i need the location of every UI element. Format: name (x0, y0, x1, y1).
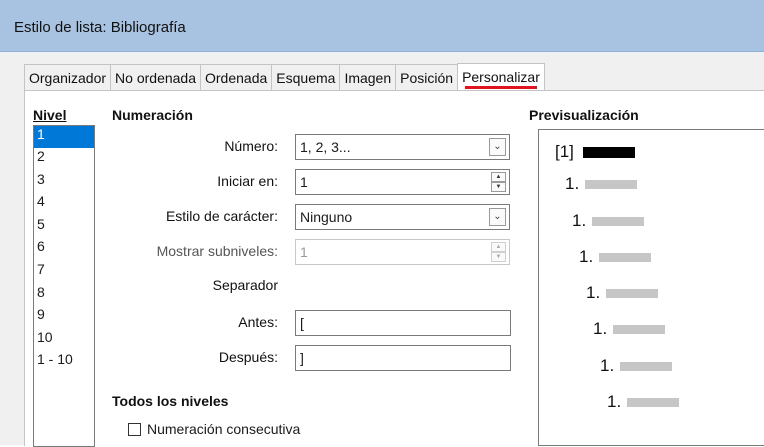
spin-buttons-disabled: ▲ ▼ (491, 242, 506, 262)
consecutive-numbering-checkbox[interactable] (128, 422, 141, 436)
numbering-heading: Numeración (112, 107, 193, 123)
number-select-value: 1, 2, 3... (300, 139, 351, 155)
preview-text-bar (627, 397, 680, 407)
preview-number: 1. (579, 247, 594, 266)
level-item-1[interactable]: 1 (34, 126, 94, 148)
preview-line-4: 1. (579, 247, 652, 267)
char-style-label: Estilo de carácter: (165, 208, 278, 224)
preview-text-bar (592, 216, 645, 226)
tab-esquema[interactable]: Esquema (271, 64, 341, 90)
level-item-7[interactable]: 7 (34, 261, 94, 284)
preview-number: 1. (565, 174, 580, 193)
preview-heading: Previsualización (529, 107, 639, 123)
tab-personalizar[interactable]: Personalizar (457, 63, 545, 91)
char-style-value: Ninguno (300, 209, 353, 225)
start-label: Iniciar en: (217, 173, 278, 189)
spin-down-icon[interactable]: ▼ (491, 182, 506, 192)
all-levels-heading: Todos los niveles (112, 393, 229, 409)
after-input[interactable]: ] (295, 345, 511, 371)
title-bar: Estilo de lista: Bibliografía (0, 0, 764, 52)
preview-number: 1. (607, 392, 622, 411)
preview-line-7: 1. (600, 356, 673, 376)
consecutive-numbering-row[interactable]: Numeración consecutiva (128, 421, 300, 437)
tab-bar: Organizador No ordenada Ordenada Esquema… (24, 63, 545, 91)
level-item-all[interactable]: 1 - 10 (34, 351, 94, 374)
preview-text-bar (599, 252, 652, 262)
level-item-10[interactable]: 10 (34, 329, 94, 352)
consecutive-numbering-label[interactable]: Numeración consecutiva (147, 421, 300, 437)
tab-posicion[interactable]: Posición (395, 64, 459, 90)
window-title: Estilo de lista: Bibliografía (14, 19, 186, 36)
level-item-5[interactable]: 5 (34, 216, 94, 239)
preview-number: 1. (572, 211, 587, 230)
sublevels-label: Mostrar subniveles: (156, 243, 278, 259)
number-label: Número: (224, 138, 278, 154)
level-item-6[interactable]: 6 (34, 238, 94, 261)
tab-ordenada[interactable]: Ordenada (200, 64, 273, 90)
preview-line-3: 1. (572, 211, 645, 231)
preview-text-bar (585, 179, 638, 189)
chevron-down-icon[interactable]: ⌄ (489, 208, 506, 226)
start-spinner[interactable]: 1 ▲ ▼ (295, 169, 510, 195)
number-select[interactable]: 1, 2, 3... ⌄ (295, 134, 510, 160)
start-spinner-value: 1 (300, 174, 308, 190)
chevron-down-icon[interactable]: ⌄ (489, 138, 506, 156)
level-list[interactable]: 1 2 3 4 5 6 7 8 9 10 1 - 10 (33, 125, 95, 447)
sublevels-spinner: 1 ▲ ▼ (295, 239, 510, 265)
preview-number: 1. (600, 356, 615, 375)
preview-number: 1. (586, 283, 601, 302)
separator-label: Separador (212, 277, 278, 293)
preview-box: [1] 1. 1. 1. 1. 1. 1. 1. (538, 129, 764, 446)
dialog-body: Organizador No ordenada Ordenada Esquema… (0, 52, 764, 447)
spin-buttons[interactable]: ▲ ▼ (491, 172, 506, 192)
level-item-8[interactable]: 8 (34, 284, 94, 307)
sublevels-value: 1 (300, 244, 308, 260)
level-item-3[interactable]: 3 (34, 171, 94, 194)
level-item-2[interactable]: 2 (34, 148, 94, 171)
spin-down-icon: ▼ (491, 252, 506, 262)
preview-text-bar (606, 288, 659, 298)
level-item-9[interactable]: 9 (34, 306, 94, 329)
before-label: Antes: (238, 314, 278, 330)
preview-number: 1. (593, 319, 608, 338)
spin-up-icon[interactable]: ▲ (491, 172, 506, 182)
preview-line-5: 1. (586, 283, 659, 303)
char-style-select[interactable]: Ninguno ⌄ (295, 204, 510, 230)
spin-up-icon: ▲ (491, 242, 506, 252)
tab-no-ordenada[interactable]: No ordenada (110, 64, 201, 90)
preview-line-1: [1] (555, 142, 635, 162)
preview-text-bar (620, 361, 673, 371)
preview-line-2: 1. (565, 174, 638, 194)
level-heading: Nivel (33, 107, 67, 123)
preview-number: [1] (555, 142, 574, 161)
preview-text-bar (613, 324, 666, 334)
preview-line-6: 1. (593, 319, 666, 339)
before-input[interactable]: [ (295, 310, 511, 336)
after-label: Después: (218, 349, 278, 365)
preview-text-bar (582, 146, 635, 158)
tab-organizador[interactable]: Organizador (24, 64, 112, 90)
personalizar-panel: Nivel 1 2 3 4 5 6 7 8 9 10 1 - 10 Numera… (24, 90, 764, 447)
tab-imagen[interactable]: Imagen (339, 64, 397, 90)
preview-line-8: 1. (607, 392, 680, 412)
level-item-4[interactable]: 4 (34, 193, 94, 216)
